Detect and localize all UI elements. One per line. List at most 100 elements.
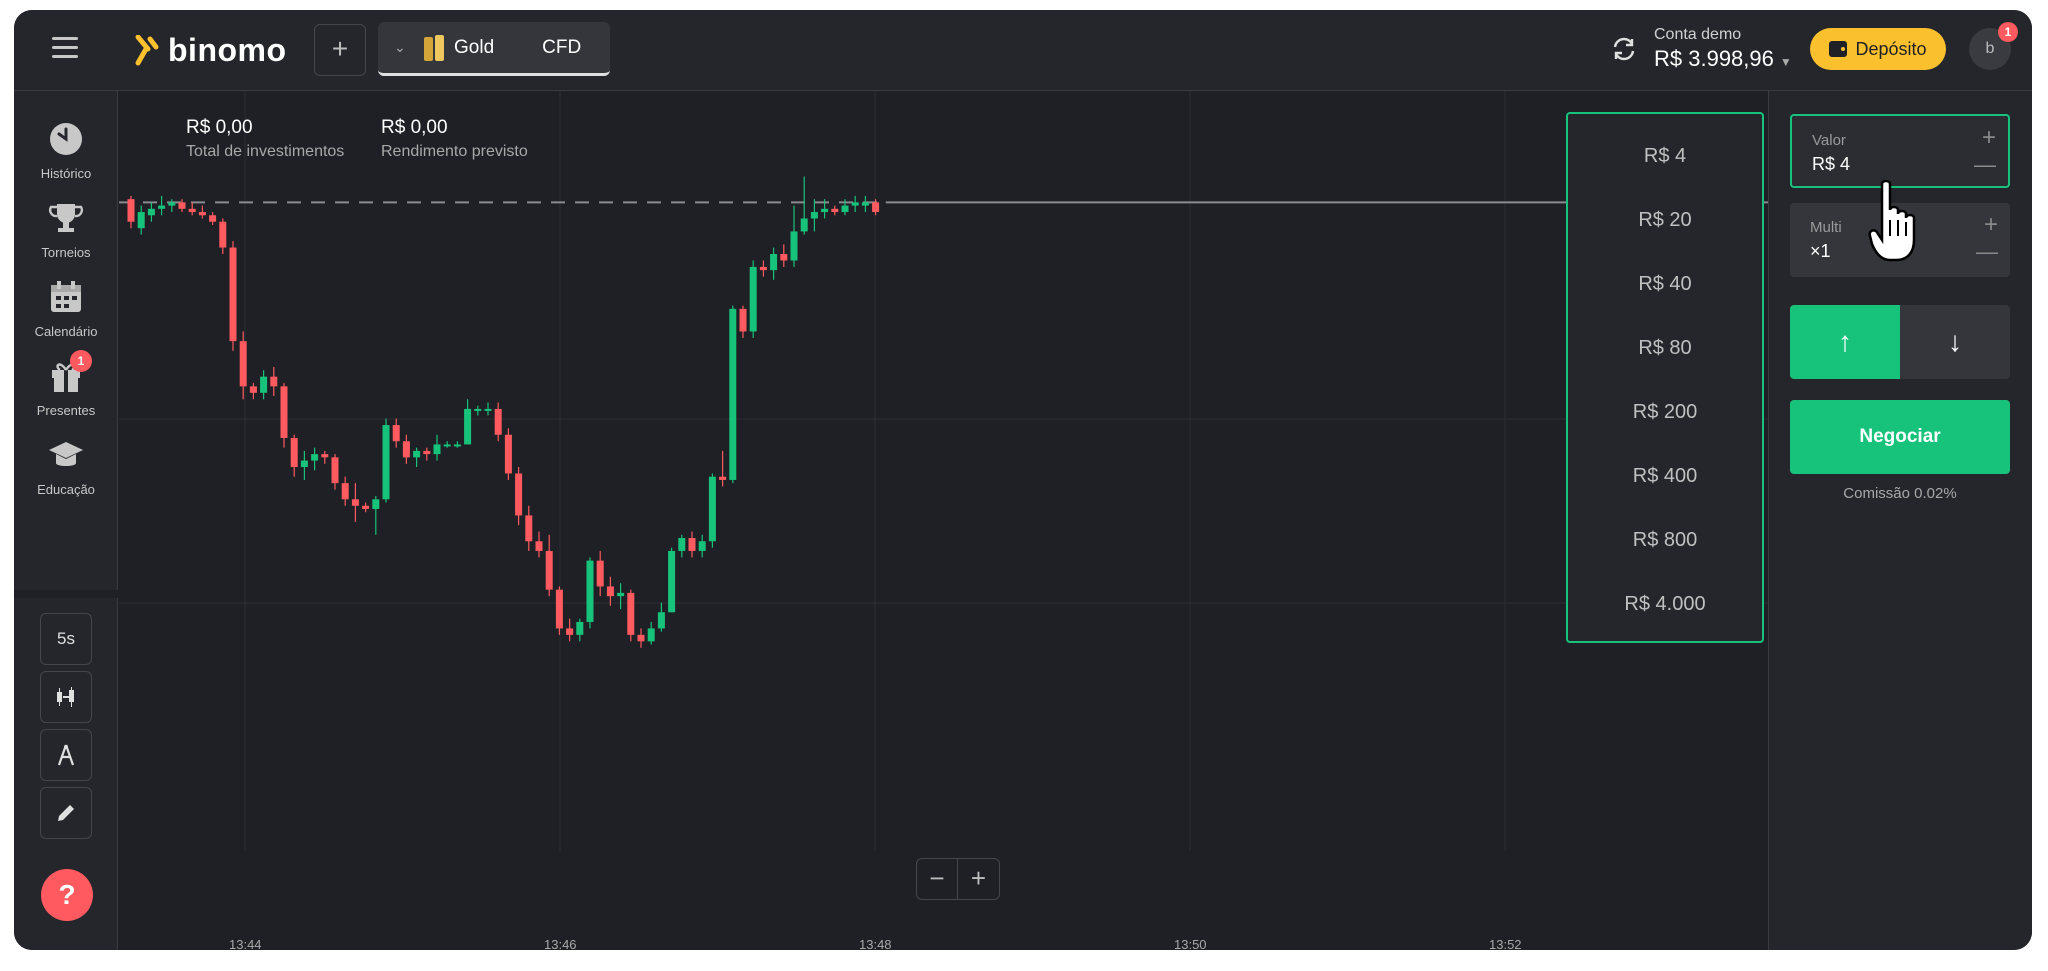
sidebar-item-label: Calendário: [34, 324, 98, 339]
candle-body: [637, 634, 645, 642]
candle-body: [372, 499, 380, 509]
sidebar-item-tournaments[interactable]: Torneios: [14, 200, 118, 260]
multiplier-value[interactable]: ×1: [1810, 241, 1831, 262]
sidebar-item-education[interactable]: Educação: [14, 437, 118, 497]
direction-down-button[interactable]: ↓: [1900, 305, 2010, 379]
candle-body: [861, 202, 869, 206]
trade-button[interactable]: Negociar: [1790, 400, 2010, 474]
amount-option[interactable]: R$ 800: [1568, 508, 1762, 572]
amount-option[interactable]: R$ 200: [1568, 380, 1762, 444]
drawing-tools-button[interactable]: [40, 787, 92, 839]
clock-icon: [50, 123, 82, 155]
candle-body: [770, 254, 778, 271]
asset-tab-gold[interactable]: ⌄ Gold CFD: [378, 22, 610, 76]
x-tick-label: 13:44: [229, 937, 262, 950]
sidebar-item-label: Educação: [37, 482, 95, 497]
binomo-logo-icon: [135, 34, 159, 65]
logo[interactable]: binomo: [134, 32, 287, 69]
add-asset-button[interactable]: +: [314, 24, 366, 76]
amount-dropdown: R$ 4 R$ 20 R$ 40 R$ 80 R$ 200 R$ 400 R$ …: [1566, 112, 1764, 643]
candle-body: [341, 483, 349, 500]
multiplier-increase-button[interactable]: +: [1984, 211, 1998, 239]
candle-body: [810, 212, 818, 219]
candle-body: [198, 212, 206, 216]
candle-body: [872, 202, 880, 213]
sidebar-divider: [14, 590, 118, 598]
candle-body: [739, 308, 747, 332]
candle-body: [351, 499, 359, 506]
chart-type-button[interactable]: [40, 671, 92, 723]
timeframe-button[interactable]: 5s: [40, 613, 92, 665]
amount-option[interactable]: R$ 20: [1568, 188, 1762, 252]
amount-decrease-button[interactable]: —: [1974, 152, 1996, 178]
candle-body: [678, 538, 686, 551]
gold-bars-icon: [424, 34, 444, 61]
candle-body: [729, 308, 737, 480]
candle-body: [464, 408, 472, 445]
candle-body: [443, 444, 451, 447]
account-type-label: Conta demo: [1654, 26, 1742, 43]
sync-icon[interactable]: [1610, 35, 1638, 63]
candle-body: [137, 212, 145, 229]
candle-body: [668, 550, 676, 613]
amount-option[interactable]: R$ 4.000: [1568, 572, 1762, 636]
sidebar-item-calendar[interactable]: Calendário: [14, 279, 118, 339]
indicators-button[interactable]: [40, 729, 92, 781]
account-balance: R$ 3.998,96 ▼: [1654, 46, 1792, 72]
gifts-badge: 1: [70, 350, 92, 372]
candle-body: [647, 628, 655, 642]
zoom-out-button[interactable]: −: [916, 858, 958, 900]
amount-input[interactable]: R$ 4: [1812, 154, 1850, 175]
amount-option[interactable]: R$ 40: [1568, 252, 1762, 316]
chevron-down-icon[interactable]: ⌄: [394, 39, 414, 56]
help-button[interactable]: ?: [41, 869, 93, 921]
sidebar-item-gifts[interactable]: 1 Presentes: [14, 350, 118, 418]
candle-body: [780, 254, 788, 261]
caret-down-icon[interactable]: ▼: [1780, 55, 1792, 69]
zoom-in-button[interactable]: +: [958, 858, 1000, 900]
menu-icon[interactable]: [52, 37, 78, 59]
price-chart[interactable]: 13:4413:4613:4813:5013:521808.0000: [119, 91, 1768, 950]
asset-type: CFD: [542, 36, 582, 58]
candle-body: [270, 376, 278, 387]
wallet-icon: [1829, 41, 1848, 57]
candle-body: [617, 592, 625, 597]
chart-area[interactable]: 13:4413:4613:4813:5013:521808.0000 R$ 0,…: [119, 91, 1768, 950]
direction-up-button[interactable]: ↑: [1790, 305, 1900, 379]
candle-body: [576, 621, 584, 635]
candle-body: [606, 586, 614, 597]
candle-body: [627, 592, 635, 635]
commission-text: Comissão 0.02%: [1843, 485, 1957, 502]
amount-increase-button[interactable]: +: [1982, 124, 1996, 152]
amount-option[interactable]: R$ 80: [1568, 316, 1762, 380]
amount-label: Valor: [1812, 132, 1846, 149]
candle-body: [851, 202, 859, 206]
sidebar: Histórico Torneios Calendário 1 Presente…: [14, 91, 118, 950]
deposit-button[interactable]: Depósito: [1810, 28, 1946, 70]
candle-body: [219, 221, 227, 248]
expected-label: Rendimento previsto: [381, 143, 528, 160]
candle-body: [749, 266, 757, 332]
candle-body: [719, 476, 727, 480]
amount-option[interactable]: R$ 4: [1568, 124, 1762, 188]
candle-body: [821, 208, 829, 213]
candle-body: [800, 218, 808, 232]
candle-body: [525, 515, 533, 542]
x-tick-label: 13:52: [1489, 937, 1522, 950]
candle-body: [280, 386, 288, 438]
amount-option[interactable]: R$ 400: [1568, 444, 1762, 508]
candle-body: [759, 266, 767, 271]
investments-value: R$ 0,00: [186, 117, 253, 138]
sidebar-item-label: Histórico: [40, 166, 92, 181]
candle-body: [178, 202, 186, 209]
candle-body: [831, 208, 839, 213]
sidebar-item-label: Torneios: [41, 245, 91, 260]
candle-body: [239, 341, 247, 387]
sidebar-item-history[interactable]: Histórico: [14, 121, 118, 181]
candle-body: [586, 560, 594, 622]
candle-body: [229, 247, 237, 342]
multiplier-decrease-button[interactable]: —: [1976, 239, 1998, 265]
candle-body: [188, 208, 196, 213]
account-switcher[interactable]: Conta demo R$ 3.998,96 ▼: [1610, 26, 1792, 72]
amount-field[interactable]: Valor R$ 4 + —: [1790, 114, 2010, 188]
